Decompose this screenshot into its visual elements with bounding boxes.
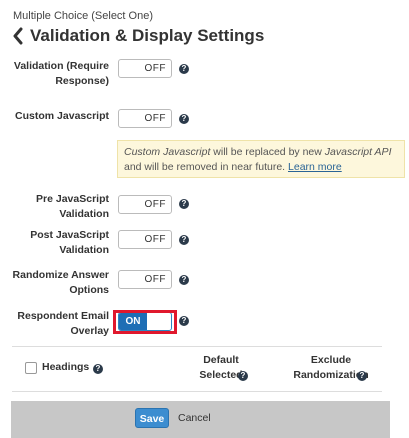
breadcrumb: Multiple Choice (Select One) [13,10,154,22]
toggle-state: OFF [144,113,166,124]
randomize-toggle[interactable]: OFF [118,270,172,289]
post-js-validation-toggle[interactable]: OFF [118,230,172,249]
help-icon[interactable]: ? [238,371,248,381]
deprecation-notice: Custom Javascript will be replaced by ne… [117,140,405,178]
chevron-left-icon[interactable] [12,27,24,45]
notice-term-javascript-api: Javascript API [324,146,392,158]
help-icon[interactable]: ? [179,275,189,285]
notice-text: and will be removed in near future. [124,161,289,173]
cancel-button[interactable]: Cancel [178,412,211,424]
learn-more-link[interactable]: Learn more [288,161,342,173]
validation-toggle[interactable]: OFF [118,59,172,78]
help-icon[interactable]: ? [179,235,189,245]
setting-label-pre-js-validation: Pre JavaScript Validation [36,193,109,220]
toggle-state: OFF [144,63,166,74]
setting-label-randomize: Randomize Answer Options [12,269,109,296]
headings-checkbox[interactable] [25,362,37,374]
notice-term-custom-javascript: Custom Javascript [124,146,211,158]
toggle-state: OFF [144,274,166,285]
help-icon[interactable]: ? [357,371,367,381]
custom-javascript-toggle[interactable]: OFF [118,109,172,128]
setting-label-post-js-validation: Post JavaScript Validation [30,229,109,256]
highlight-box [113,310,177,334]
setting-label-email-overlay: Respondent Email Overlay [17,310,109,337]
help-icon[interactable]: ? [179,199,189,209]
divider [12,346,382,347]
notice-text: will be replaced by new [210,146,325,158]
page-title-text: Validation & Display Settings [30,26,265,45]
setting-label-validation: Validation (Require Response) [13,60,109,87]
help-icon[interactable]: ? [93,364,103,374]
setting-label-custom-javascript: Custom Javascript [15,110,109,122]
divider [12,391,382,392]
pre-js-validation-toggle[interactable]: OFF [118,195,172,214]
help-icon[interactable]: ? [179,64,189,74]
toggle-state: OFF [144,234,166,245]
toggle-state: OFF [144,199,166,210]
page-title: Validation & Display Settings [12,26,264,46]
help-icon[interactable]: ? [179,316,189,326]
help-icon[interactable]: ? [179,114,189,124]
headings-header: Headings [42,361,90,373]
save-button[interactable]: Save [135,408,169,428]
